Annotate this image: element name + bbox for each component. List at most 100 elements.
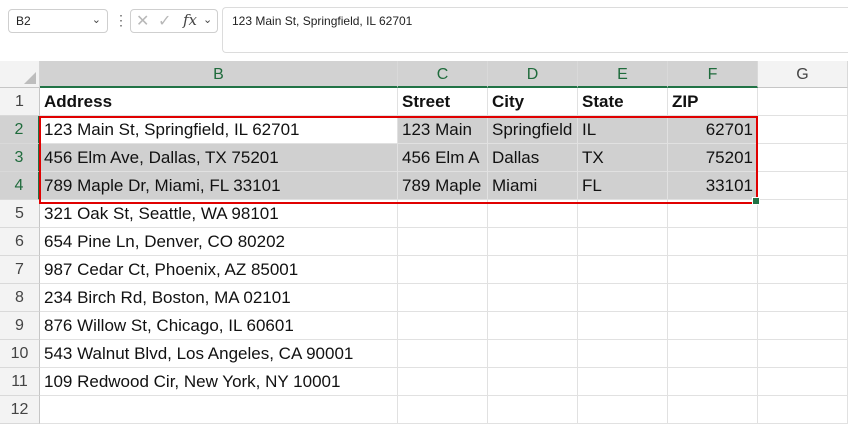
formula-input[interactable]: 123 Main St, Springfield, IL 62701 (222, 7, 848, 53)
cell-b2[interactable]: 123 Main St, Springfield, IL 62701 (40, 116, 398, 144)
cell-d3[interactable]: Dallas (488, 144, 578, 172)
cell-d7[interactable] (488, 256, 578, 284)
cell-d11[interactable] (488, 368, 578, 396)
cell-f12[interactable] (668, 396, 758, 424)
row-header-10[interactable]: 10 (0, 340, 40, 368)
column-header-d[interactable]: D (488, 61, 578, 88)
row-header-7[interactable]: 7 (0, 256, 40, 284)
cell-e3[interactable]: TX (578, 144, 668, 172)
cell-g5[interactable] (758, 200, 848, 228)
cell-g11[interactable] (758, 368, 848, 396)
cell-f11[interactable] (668, 368, 758, 396)
fill-handle[interactable] (752, 197, 760, 205)
cell-g3[interactable] (758, 144, 848, 172)
cell-e1[interactable]: State (578, 88, 668, 116)
cell-c3[interactable]: 456 Elm A (398, 144, 488, 172)
cell-f3[interactable]: 75201 (668, 144, 758, 172)
cell-b11[interactable]: 109 Redwood Cir, New York, NY 10001 (40, 368, 398, 396)
cancel-icon[interactable]: ✕ (136, 11, 149, 31)
cell-e4[interactable]: FL (578, 172, 668, 200)
row-header-5[interactable]: 5 (0, 200, 40, 228)
cell-d9[interactable] (488, 312, 578, 340)
cell-e11[interactable] (578, 368, 668, 396)
cell-b7[interactable]: 987 Cedar Ct, Phoenix, AZ 85001 (40, 256, 398, 284)
cell-g8[interactable] (758, 284, 848, 312)
cell-e5[interactable] (578, 200, 668, 228)
cell-d5[interactable] (488, 200, 578, 228)
cell-c11[interactable] (398, 368, 488, 396)
cell-b5[interactable]: 321 Oak St, Seattle, WA 98101 (40, 200, 398, 228)
cell-b1[interactable]: Address (40, 88, 398, 116)
cell-c5[interactable] (398, 200, 488, 228)
cell-d12[interactable] (488, 396, 578, 424)
cell-e7[interactable] (578, 256, 668, 284)
cell-f4[interactable]: 33101 (668, 172, 758, 200)
cell-d8[interactable] (488, 284, 578, 312)
cell-e8[interactable] (578, 284, 668, 312)
column-header-c[interactable]: C (398, 61, 488, 88)
cell-e2[interactable]: IL (578, 116, 668, 144)
cell-f1[interactable]: ZIP (668, 88, 758, 116)
cell-d2[interactable]: Springfield (488, 116, 578, 144)
function-dropdown-icon[interactable]: ⌄ (203, 13, 212, 26)
cell-d1[interactable]: City (488, 88, 578, 116)
insert-function-icon[interactable]: fx (183, 11, 197, 29)
cell-b3[interactable]: 456 Elm Ave, Dallas, TX 75201 (40, 144, 398, 172)
select-all-button[interactable] (0, 61, 40, 88)
cell-e10[interactable] (578, 340, 668, 368)
cell-g10[interactable] (758, 340, 848, 368)
cell-b12[interactable] (40, 396, 398, 424)
cell-b4[interactable]: 789 Maple Dr, Miami, FL 33101 (40, 172, 398, 200)
cell-g2[interactable] (758, 116, 848, 144)
column-header-b[interactable]: B (40, 61, 398, 88)
cell-c8[interactable] (398, 284, 488, 312)
row-header-2[interactable]: 2 (0, 116, 40, 144)
cell-f5[interactable] (668, 200, 758, 228)
cell-f10[interactable] (668, 340, 758, 368)
row-header-9[interactable]: 9 (0, 312, 40, 340)
cell-d10[interactable] (488, 340, 578, 368)
column-header-f[interactable]: F (668, 61, 758, 88)
name-box-dropdown-icon[interactable]: ⌄ (92, 13, 101, 26)
cell-f2[interactable]: 62701 (668, 116, 758, 144)
column-header-g[interactable]: G (758, 61, 848, 88)
cell-c12[interactable] (398, 396, 488, 424)
row-header-6[interactable]: 6 (0, 228, 40, 256)
cell-g12[interactable] (758, 396, 848, 424)
row-header-4[interactable]: 4 (0, 172, 40, 200)
name-box[interactable]: B2 ⌄ (8, 9, 108, 33)
cell-d4[interactable]: Miami (488, 172, 578, 200)
cell-b8[interactable]: 234 Birch Rd, Boston, MA 02101 (40, 284, 398, 312)
cell-g1[interactable] (758, 88, 848, 116)
cell-c2[interactable]: 123 Main (398, 116, 488, 144)
cell-b9[interactable]: 876 Willow St, Chicago, IL 60601 (40, 312, 398, 340)
cell-e9[interactable] (578, 312, 668, 340)
cell-g7[interactable] (758, 256, 848, 284)
cell-g6[interactable] (758, 228, 848, 256)
cell-e12[interactable] (578, 396, 668, 424)
cell-f7[interactable] (668, 256, 758, 284)
cell-g9[interactable] (758, 312, 848, 340)
cell-c9[interactable] (398, 312, 488, 340)
cell-c4[interactable]: 789 Maple (398, 172, 488, 200)
cell-f8[interactable] (668, 284, 758, 312)
more-options-icon[interactable]: ⋮ (114, 11, 128, 29)
enter-icon[interactable]: ✓ (158, 11, 171, 31)
cell-c1[interactable]: Street (398, 88, 488, 116)
row-header-1[interactable]: 1 (0, 88, 40, 116)
cell-b6[interactable]: 654 Pine Ln, Denver, CO 80202 (40, 228, 398, 256)
cell-f6[interactable] (668, 228, 758, 256)
cell-b10[interactable]: 543 Walnut Blvd, Los Angeles, CA 90001 (40, 340, 398, 368)
row-header-11[interactable]: 11 (0, 368, 40, 396)
cell-c6[interactable] (398, 228, 488, 256)
cell-c7[interactable] (398, 256, 488, 284)
row-header-8[interactable]: 8 (0, 284, 40, 312)
row-header-3[interactable]: 3 (0, 144, 40, 172)
row-header-12[interactable]: 12 (0, 396, 40, 424)
cell-g4[interactable] (758, 172, 848, 200)
cell-e6[interactable] (578, 228, 668, 256)
cell-d6[interactable] (488, 228, 578, 256)
column-header-e[interactable]: E (578, 61, 668, 88)
cell-f9[interactable] (668, 312, 758, 340)
cell-c10[interactable] (398, 340, 488, 368)
